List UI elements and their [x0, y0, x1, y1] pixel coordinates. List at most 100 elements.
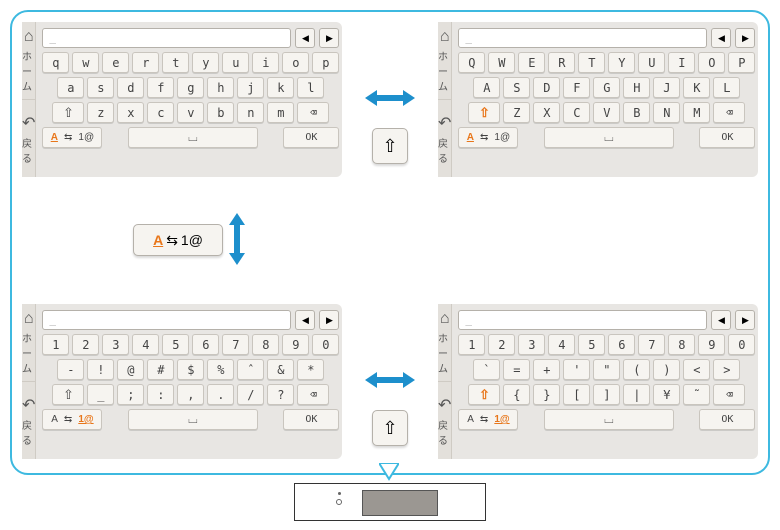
- key[interactable]: A: [473, 77, 500, 98]
- key[interactable]: K: [683, 77, 710, 98]
- key[interactable]: >: [713, 359, 740, 380]
- key[interactable]: H: [623, 77, 650, 98]
- key[interactable]: S: [503, 77, 530, 98]
- home-button[interactable]: ⌂ホーム: [438, 22, 452, 100]
- shift-key-active[interactable]: ⇧: [468, 384, 500, 405]
- key[interactable]: b: [207, 102, 234, 123]
- home-button[interactable]: ⌂ホーム: [438, 304, 452, 382]
- key[interactable]: U: [638, 52, 665, 73]
- key[interactable]: I: [668, 52, 695, 73]
- key[interactable]: ;: [117, 384, 144, 405]
- ok-button[interactable]: OK: [699, 409, 755, 430]
- key[interactable]: ¥: [653, 384, 680, 405]
- text-input[interactable]: _: [42, 310, 291, 330]
- key[interactable]: ?: [267, 384, 294, 405]
- key[interactable]: E: [518, 52, 545, 73]
- cursor-left-button[interactable]: ◀: [711, 28, 731, 48]
- home-button[interactable]: ⌂ホーム: [22, 22, 36, 100]
- home-button[interactable]: ⌂ホーム: [22, 304, 36, 382]
- mode-switch-key[interactable]: A ⇆ 1@: [458, 409, 518, 430]
- key[interactable]: 9: [282, 334, 309, 355]
- key[interactable]: Q: [458, 52, 485, 73]
- key[interactable]: _: [87, 384, 114, 405]
- key[interactable]: 9: [698, 334, 725, 355]
- key[interactable]: V: [593, 102, 620, 123]
- ok-button[interactable]: OK: [283, 409, 339, 430]
- key[interactable]: 2: [488, 334, 515, 355]
- cursor-left-button[interactable]: ◀: [295, 28, 315, 48]
- key[interactable]: j: [237, 77, 264, 98]
- key[interactable]: 6: [608, 334, 635, 355]
- key[interactable]: i: [252, 52, 279, 73]
- key[interactable]: a: [57, 77, 84, 98]
- backspace-key[interactable]: ⌫: [297, 102, 329, 123]
- key[interactable]: 7: [222, 334, 249, 355]
- key[interactable]: 4: [548, 334, 575, 355]
- key[interactable]: $: [177, 359, 204, 380]
- shift-key[interactable]: ⇧: [52, 102, 84, 123]
- key[interactable]: L: [713, 77, 740, 98]
- key[interactable]: ]: [593, 384, 620, 405]
- key[interactable]: h: [207, 77, 234, 98]
- back-button[interactable]: ↶戻る: [22, 100, 36, 177]
- key[interactable]: k: [267, 77, 294, 98]
- key[interactable]: W: [488, 52, 515, 73]
- cursor-right-button[interactable]: ▶: [319, 28, 339, 48]
- key[interactable]: {: [503, 384, 530, 405]
- key[interactable]: &: [267, 359, 294, 380]
- key[interactable]: P: [728, 52, 755, 73]
- back-button[interactable]: ↶戻る: [438, 100, 452, 177]
- backspace-key[interactable]: ⌫: [297, 384, 329, 405]
- space-key[interactable]: ⌴: [128, 127, 258, 148]
- key[interactable]: t: [162, 52, 189, 73]
- key[interactable]: f: [147, 77, 174, 98]
- mode-switch-key[interactable]: A ⇆ 1@: [42, 409, 102, 430]
- key[interactable]: `: [473, 359, 500, 380]
- key[interactable]: 1: [458, 334, 485, 355]
- key[interactable]: F: [563, 77, 590, 98]
- key[interactable]: Y: [608, 52, 635, 73]
- back-button[interactable]: ↶戻る: [438, 382, 452, 459]
- key[interactable]: s: [87, 77, 114, 98]
- key[interactable]: ": [593, 359, 620, 380]
- key[interactable]: ': [563, 359, 590, 380]
- key[interactable]: N: [653, 102, 680, 123]
- key[interactable]: 4: [132, 334, 159, 355]
- key[interactable]: #: [147, 359, 174, 380]
- cursor-right-button[interactable]: ▶: [735, 28, 755, 48]
- key[interactable]: ,: [177, 384, 204, 405]
- key[interactable]: .: [207, 384, 234, 405]
- key[interactable]: X: [533, 102, 560, 123]
- key[interactable]: z: [87, 102, 114, 123]
- key[interactable]: 2: [72, 334, 99, 355]
- mode-switch-key[interactable]: A ⇆ 1@: [458, 127, 518, 148]
- key[interactable]: g: [177, 77, 204, 98]
- key[interactable]: <: [683, 359, 710, 380]
- shift-key-active[interactable]: ⇧: [468, 102, 500, 123]
- key[interactable]: l: [297, 77, 324, 98]
- key[interactable]: 8: [252, 334, 279, 355]
- text-input[interactable]: _: [42, 28, 291, 48]
- key[interactable]: r: [132, 52, 159, 73]
- key[interactable]: u: [222, 52, 249, 73]
- key[interactable]: -: [57, 359, 84, 380]
- text-input[interactable]: _: [458, 310, 707, 330]
- key[interactable]: !: [87, 359, 114, 380]
- space-key[interactable]: ⌴: [544, 127, 674, 148]
- key[interactable]: 5: [162, 334, 189, 355]
- key[interactable]: q: [42, 52, 69, 73]
- key[interactable]: }: [533, 384, 560, 405]
- key[interactable]: e: [102, 52, 129, 73]
- key[interactable]: |: [623, 384, 650, 405]
- key[interactable]: @: [117, 359, 144, 380]
- key[interactable]: 1: [42, 334, 69, 355]
- key[interactable]: ): [653, 359, 680, 380]
- key[interactable]: n: [237, 102, 264, 123]
- key[interactable]: O: [698, 52, 725, 73]
- backspace-key[interactable]: ⌫: [713, 102, 745, 123]
- key[interactable]: C: [563, 102, 590, 123]
- ok-button[interactable]: OK: [283, 127, 339, 148]
- key[interactable]: T: [578, 52, 605, 73]
- key[interactable]: 3: [102, 334, 129, 355]
- key[interactable]: m: [267, 102, 294, 123]
